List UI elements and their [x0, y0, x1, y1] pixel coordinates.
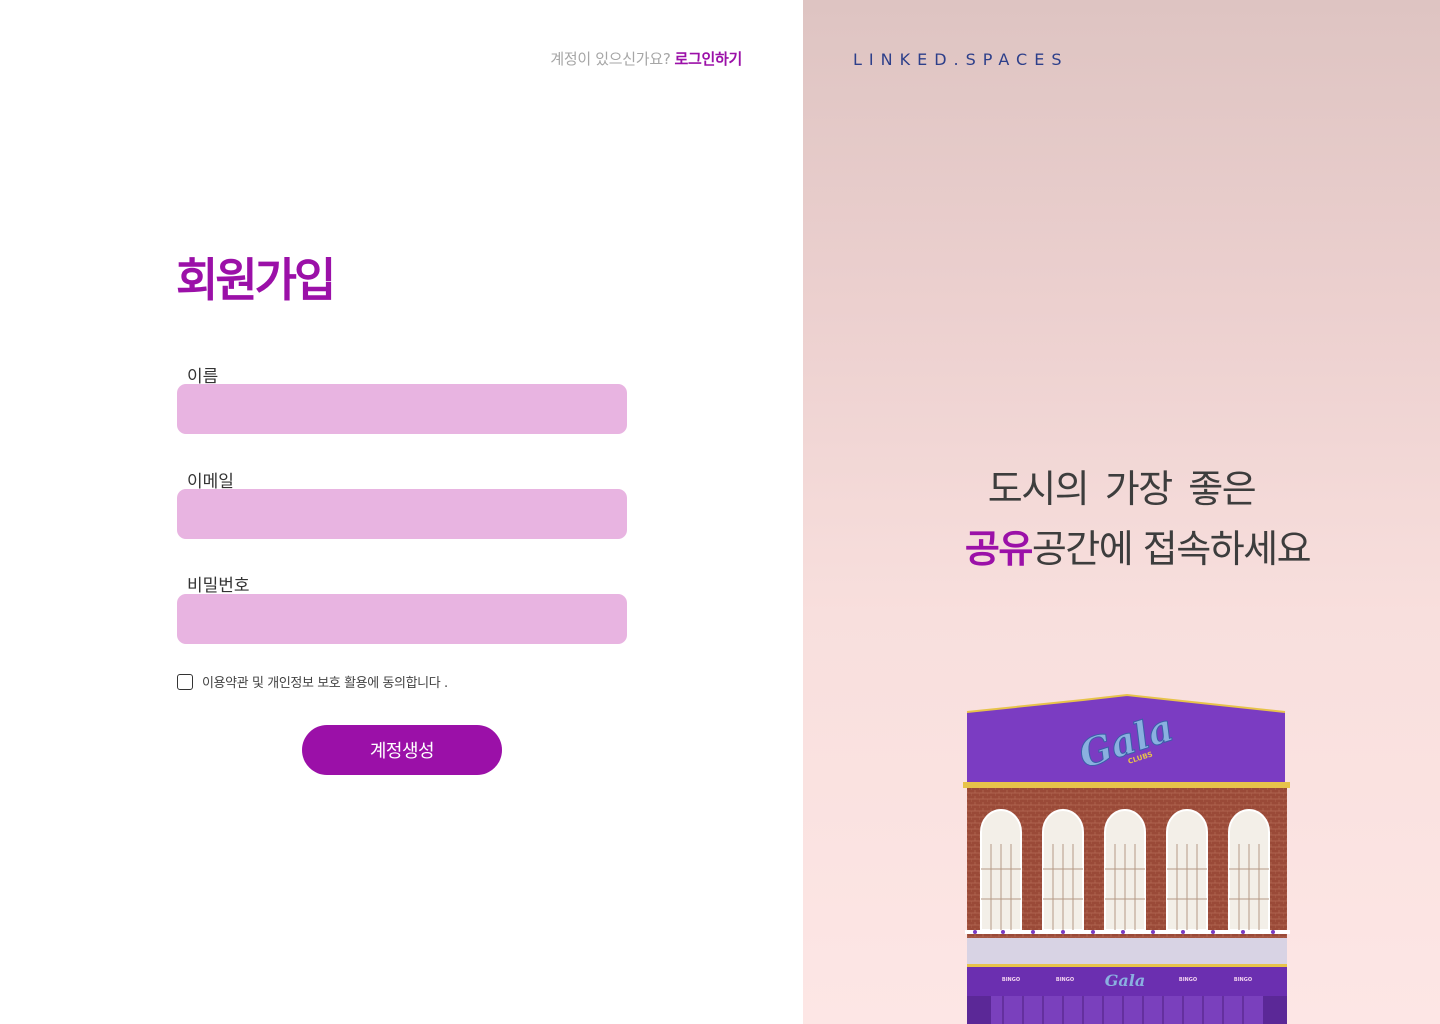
hero-headline-line2: 공유공간에 접속하세요 — [819, 518, 1440, 573]
banner-item-4: BINGO — [1234, 977, 1252, 983]
agreement-row: 이용약관 및 개인정보 보호 활용에 동의합니다 . — [177, 672, 448, 691]
brand-logo-text: LINKED.SPACES — [853, 50, 1069, 69]
hero-headline-rest: 공간에 접속하세요 — [1031, 527, 1312, 571]
login-prompt: 계정이 있으신가요? 로그인하기 — [550, 48, 742, 69]
password-label: 비밀번호 — [187, 576, 250, 596]
create-account-button[interactable]: 계정생성 — [302, 725, 502, 775]
email-input[interactable] — [177, 489, 627, 539]
page-title: 회원가입 — [176, 253, 336, 307]
signup-panel: 계정이 있으신가요? 로그인하기 회원가입 이름 이메일 비밀번호 이용약관 및 … — [0, 0, 803, 1024]
agreement-label[interactable]: 이용약관 및 개인정보 보호 활용에 동의합니다 . — [202, 672, 448, 691]
login-link[interactable]: 로그인하기 — [674, 50, 742, 68]
password-input[interactable] — [177, 594, 627, 644]
login-prompt-question: 계정이 있으신가요? — [550, 50, 671, 68]
hero-headline-line1: 도시의 가장 좋은 — [987, 467, 1257, 511]
name-input[interactable] — [177, 384, 627, 434]
hero-panel: LINKED.SPACES 도시의 가장 좋은 공유공간에 접속하세요 BING… — [803, 0, 1440, 1024]
banner-logo: Gala — [1105, 971, 1145, 990]
building-illustration: BINGO BINGO BINGO BINGO Gala Gala CLUBS — [963, 694, 1290, 1024]
agreement-checkbox[interactable] — [177, 673, 193, 690]
banner-item-3: BINGO — [1179, 977, 1197, 983]
hero-headline-accent: 공유 — [964, 527, 1033, 571]
banner-item-2: BINGO — [1056, 977, 1074, 983]
banner-item-1: BINGO — [1002, 977, 1020, 983]
